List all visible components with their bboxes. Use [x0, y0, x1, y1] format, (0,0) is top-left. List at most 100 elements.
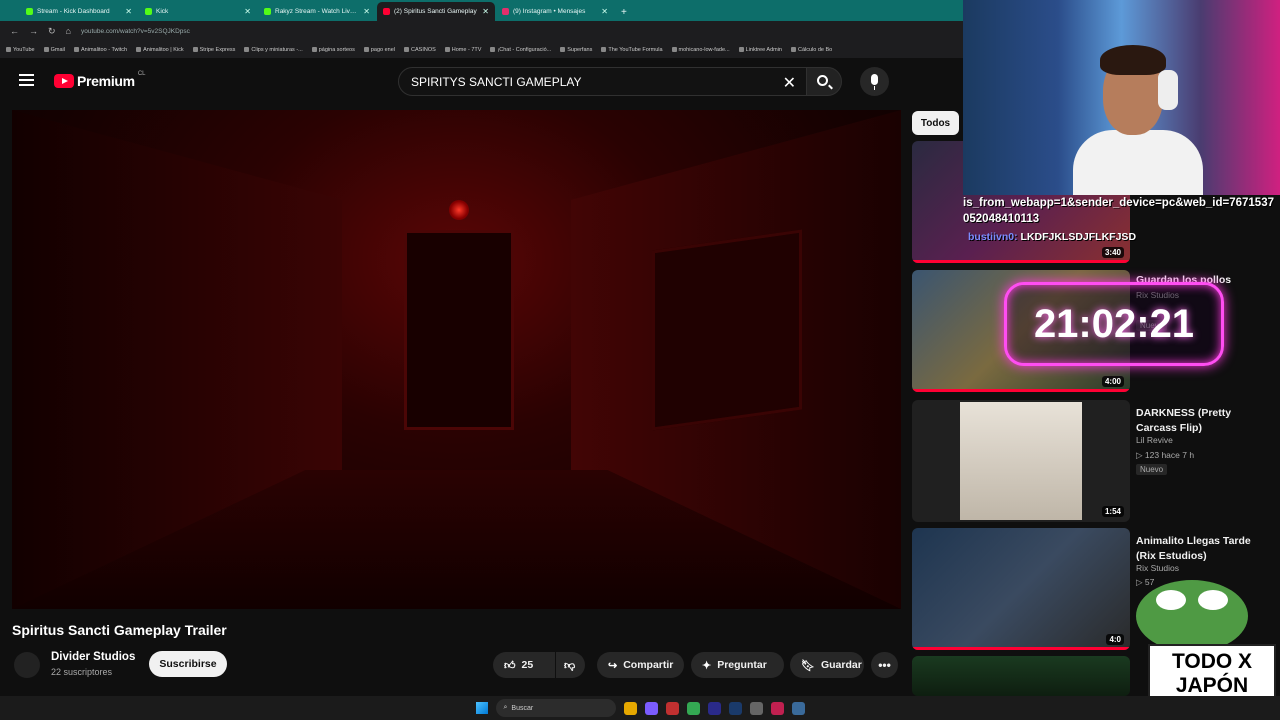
bookmark-item[interactable]: Cálculo de Bo — [791, 47, 832, 53]
chrome-icon[interactable] — [686, 701, 700, 715]
duration-badge: 4:00 — [1101, 376, 1124, 387]
video-thumbnail[interactable]: 1:54 — [912, 400, 1130, 522]
tab-rakyz-stream[interactable]: Rakyz Stream - Watch Live on K ✕ — [258, 2, 376, 21]
logo-text: Premium — [77, 73, 135, 89]
more-actions-button[interactable]: ••• — [871, 652, 898, 678]
bookmark-item[interactable]: The YouTube Formula — [601, 47, 663, 53]
home-icon[interactable]: ⌂ — [66, 26, 71, 36]
channel-name[interactable]: Divider Studios — [51, 651, 135, 663]
close-icon[interactable]: ✕ — [363, 7, 370, 16]
watched-progress — [912, 260, 1130, 263]
recommendation-channel[interactable]: Lil Revive — [1136, 435, 1173, 445]
photoshop-icon[interactable] — [728, 701, 742, 715]
taskbar-search[interactable]: ⌕ Buscar — [495, 699, 616, 717]
save-button[interactable]: 🔖︎ Guardar — [790, 652, 864, 678]
youtube-play-icon — [54, 74, 74, 88]
premiere-icon[interactable] — [707, 701, 721, 715]
bookmark-item[interactable]: Animalitoo | Kick — [136, 47, 184, 53]
close-icon[interactable]: ✕ — [125, 7, 132, 16]
search-icon: ⌕ — [503, 704, 508, 711]
bookmark-item[interactable]: Gmail — [43, 47, 65, 53]
steam-icon[interactable] — [791, 701, 805, 715]
reload-icon[interactable]: ↻ — [48, 26, 56, 37]
menu-icon[interactable] — [19, 74, 34, 86]
thumbs-down-icon: 👎︎ — [564, 659, 576, 672]
app-icon[interactable] — [749, 701, 763, 715]
app-icon[interactable] — [665, 701, 679, 715]
youtube-logo[interactable]: Premium CL — [54, 71, 146, 89]
obs-icon[interactable] — [770, 701, 784, 715]
new-badge: Nuevo — [1136, 464, 1168, 475]
file-explorer-icon[interactable] — [623, 701, 637, 715]
bookmark-item[interactable]: pago enel — [363, 47, 395, 53]
bookmark-item[interactable]: Stripe Express — [192, 47, 235, 53]
new-tab-button[interactable]: + — [615, 7, 633, 21]
filter-chip-all[interactable]: Todos — [912, 111, 959, 135]
dislike-button[interactable]: 👎︎ — [556, 652, 585, 678]
recommendation-item[interactable]: 1:54 DARKNESS (Pretty Carcass Flip) Lil … — [912, 400, 1272, 522]
tab-youtube-active[interactable]: (2) Spiritus Sancti Gameplay ✕ — [377, 2, 495, 21]
search-input[interactable]: SPIRITYS SANCTI GAMEPLAY ✕ — [398, 67, 807, 96]
recommendation-title[interactable]: Animalito Llegas Tarde (Rix Estudios) — [1136, 534, 1256, 564]
bookmark-item[interactable]: ¡Chat - Configuració... — [490, 47, 551, 53]
browser-tabstrip: Stream - Kick Dashboard ✕ Kick ✕ Rakyz S… — [0, 0, 965, 21]
thumbnail-photo — [960, 402, 1082, 520]
bookmark-item[interactable]: página sorteos — [311, 47, 355, 53]
bookmark-item[interactable]: Clips y miniaturas -... — [244, 47, 303, 53]
ask-button[interactable]: ✦ Preguntar — [691, 652, 784, 678]
app-icon[interactable] — [644, 701, 658, 715]
kick-icon — [145, 8, 152, 15]
bookmark-item[interactable]: CASINOS — [404, 47, 436, 53]
more-icon: ••• — [878, 658, 891, 672]
video-player[interactable] — [12, 110, 901, 609]
subscribe-button[interactable]: Suscribirse — [149, 651, 227, 677]
video-frame-light — [449, 200, 469, 220]
close-icon[interactable]: ✕ — [601, 7, 608, 16]
like-count: 25 — [521, 659, 534, 671]
video-thumbnail[interactable] — [912, 656, 1130, 696]
webcam-person-hair — [1100, 45, 1166, 75]
search-value: SPIRITYS SANCTI GAMEPLAY — [411, 74, 582, 89]
windows-start-icon[interactable] — [475, 702, 488, 714]
forward-icon[interactable]: → — [29, 26, 38, 36]
country-code: CL — [137, 71, 146, 77]
like-button[interactable]: 👍︎ 25 — [493, 652, 555, 678]
bookmark-item[interactable]: Linktree Admin — [738, 47, 782, 53]
bookmark-item[interactable]: mohicano-low-fade... — [671, 47, 730, 53]
bookmark-item[interactable]: YouTube — [6, 47, 35, 53]
share-button[interactable]: ↪ Compartir — [597, 652, 684, 678]
tab-instagram[interactable]: (9) Instagram • Mensajes ✕ — [496, 2, 614, 21]
tab-kick-dashboard[interactable]: Stream - Kick Dashboard ✕ — [20, 2, 138, 21]
video-title: Spiritus Sancti Gameplay Trailer — [12, 622, 227, 638]
bookmark-item[interactable]: Superfans — [560, 47, 592, 53]
watched-progress — [912, 647, 1130, 650]
frog-face — [1136, 580, 1248, 652]
video-thumbnail[interactable]: 4:0 — [912, 528, 1130, 650]
recommendation-meta: ▷ 123 hace 7 h — [1136, 450, 1195, 460]
voice-search-button[interactable] — [860, 67, 889, 96]
save-label: Guardar — [820, 659, 862, 671]
webcam-person-body — [1073, 130, 1203, 195]
stream-alert-text: is_from_webapp=1&sender_device=pc&web_id… — [963, 197, 1274, 225]
close-icon[interactable]: ✕ — [482, 7, 489, 16]
microphone-icon — [871, 74, 878, 85]
video-frame-painting — [652, 229, 802, 431]
video-frame-door — [404, 230, 514, 430]
search-button[interactable] — [806, 67, 842, 96]
tab-kick[interactable]: Kick ✕ — [139, 2, 257, 21]
bookmarks-bar: YouTube Gmail Animalitoo - Twitch Animal… — [0, 41, 965, 58]
headphones-icon — [1158, 70, 1178, 110]
subscriber-count: 22 suscriptores — [51, 667, 113, 677]
back-icon[interactable]: ← — [10, 26, 19, 36]
bookmark-item[interactable]: Home - 7TV — [444, 47, 481, 53]
close-icon[interactable]: ✕ — [244, 7, 251, 16]
bookmark-item[interactable]: Animalitoo - Twitch — [74, 47, 127, 53]
recommendation-title[interactable]: DARKNESS (Pretty Carcass Flip) — [1136, 406, 1256, 436]
sparkle-icon: ✦ — [702, 659, 712, 672]
channel-avatar[interactable] — [14, 652, 40, 678]
clear-search-icon[interactable]: ✕ — [783, 73, 796, 93]
url-field[interactable]: youtube.com/watch?v=5v2SQJKDpsc — [81, 28, 190, 35]
duration-badge: 1:54 — [1101, 506, 1124, 517]
webcam-overlay — [963, 0, 1280, 195]
tab-title: Kick — [156, 8, 169, 15]
